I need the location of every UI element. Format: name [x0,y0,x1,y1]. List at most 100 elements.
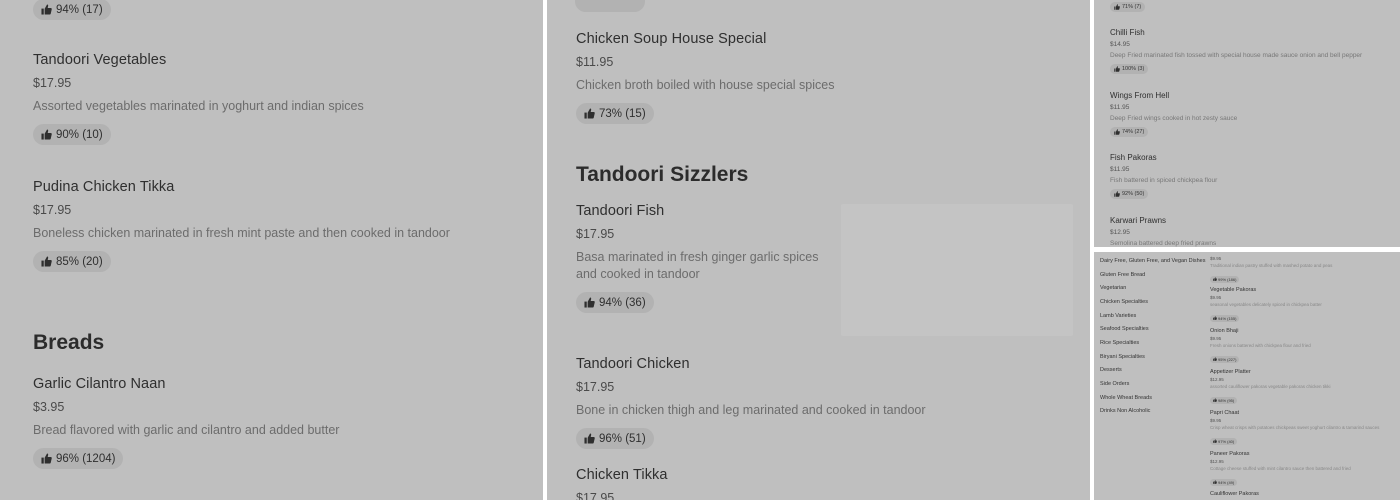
rating-badge: 95% (227) [1210,355,1240,363]
thumbs-up-icon [1213,398,1217,402]
category-link[interactable]: Whole Wheat Breads [1100,395,1152,401]
rating-badge: 94% (36) [576,292,654,313]
item-price: $12.95 [1110,229,1130,236]
item-price: $9.95 [1210,256,1222,261]
thumbs-up-icon [41,256,52,267]
item-price: $17.95 [33,203,72,217]
menu-item-card[interactable]: Appetizer Platter $12.95 assorted caulif… [1210,369,1331,407]
list-item[interactable] [575,0,645,17]
item-description: Bread flavored with garlic and cilantro … [33,423,340,437]
thumbs-up-icon [1213,277,1217,281]
thumbs-up-icon [41,453,52,464]
item-description: Chicken broth boiled with house special … [576,78,835,92]
menu-item-card[interactable]: Karwari Prawns $12.95 Semolina battered … [1110,216,1216,247]
item-description: Deep Fried marinated fish tossed with sp… [1110,52,1363,59]
category-link[interactable]: Seafood Specialties [1100,326,1149,332]
rating-badge: 100% (3) [1110,64,1149,74]
thumbs-up-icon [1213,357,1217,361]
item-name: Pudina Chicken Tikka [33,179,175,195]
menu-item-card[interactable]: Wings From Hell $11.95 Deep Fried wings … [1110,91,1237,140]
item-description: assorted cauliflower pakoras vegetable p… [1210,384,1331,389]
menu-item-card[interactable]: Vegetable Pakoras $9.95 seasonal vegetab… [1210,287,1322,325]
category-link[interactable]: Dairy Free, Gluten Free, and Vegan Dishe… [1100,258,1205,264]
menu-panel-2: Chicken Soup House Special $11.95 Chicke… [547,0,1090,500]
item-description: Boneless chicken marinated in fresh mint… [33,226,450,240]
rating-badge: 94% (49) [1210,478,1238,486]
menu-item-card[interactable]: Tandoori Chicken $17.95 Bone in chicken … [576,356,926,449]
category-link[interactable]: Rice Specialties [1100,340,1139,346]
menu-panel-1: 94% (17) Tandoori Vegetables $17.95 Asso… [0,0,543,500]
rating-badge: 85% (20) [33,251,111,272]
section-title: Tandoori Sizzlers [576,163,749,186]
item-name: Tandoori Fish [576,203,665,219]
category-link[interactable]: Lamb Varieties [1100,313,1136,319]
menu-item-card[interactable]: Chicken Soup House Special $11.95 Chicke… [576,31,834,124]
item-name: Fish Pakoras [1110,153,1157,162]
item-description: Deep Fried wings cooked in hot zesty sau… [1110,115,1238,122]
category-link[interactable]: Side Orders [1100,381,1129,387]
item-name: Tandoori Vegetables [33,52,167,68]
item-description: Assorted vegetables marinated in yoghurt… [33,99,364,113]
section-title: Breads [33,331,105,354]
thumbs-up-icon [584,108,595,119]
menu-item-card[interactable]: Fish Pakoras $11.95 Fish battered in spi… [1110,153,1217,202]
item-price: $17.95 [576,491,615,500]
item-name: Cauliflower Pakoras [1210,491,1259,497]
item-description: Traditional indian pastry stuffed with m… [1210,263,1333,268]
rating-badge: 97% (40) [1210,437,1238,445]
item-price: $14.95 [1110,41,1130,48]
category-link[interactable]: Desserts [1100,367,1122,373]
menu-item-card[interactable]: Tandoori Fish $17.95 Basa marinated in f… [576,203,818,313]
thumbs-up-icon [41,4,52,15]
category-link[interactable]: Drinks Non Alcoholic [1100,408,1150,414]
menu-item-card[interactable]: Paneer Pakoras $12.95 Cottage cheese stu… [1210,451,1351,489]
rating-badge: 92% (50) [1110,189,1149,199]
menu-item-card[interactable]: Chilli Fish $14.95 Deep Fried marinated … [1110,28,1362,77]
item-price: $17.95 [576,227,615,241]
menu-item-card[interactable]: Papri Chaat $9.95 Crisp wheat crisps wit… [1210,410,1379,448]
menu-item-card[interactable]: Chicken Tikka $17.95 [576,467,668,500]
menu-item-card[interactable]: Pudina Chicken Tikka $17.95 Boneless chi… [33,179,450,272]
category-link[interactable]: Gluten Free Bread [1100,272,1145,278]
thumbs-up-icon [1213,316,1217,320]
category-link[interactable]: Vegetarian [1100,285,1126,291]
rating-badge: 73% (15) [576,103,654,124]
thumbs-up-icon [41,129,52,140]
menu-item-card[interactable]: Tandoori Vegetables $17.95 Assorted vege… [33,52,364,145]
menu-item-card[interactable]: Onion Bhaji $9.95 Fresh onions battered … [1210,328,1311,366]
item-name: Tandoori Chicken [576,356,690,372]
item-name: Chicken Soup House Special [576,31,767,47]
rating-badge: 96% (1204) [33,448,124,469]
item-description: Semolina battered deep fried prawns [1110,240,1217,247]
item-price: $17.95 [576,380,615,394]
thumbs-up-icon [1213,480,1217,484]
item-price: $9.95 [1210,418,1222,423]
rating-badge: 74% (27) [1110,127,1149,137]
item-description: Cottage cheese stuffed with mint cilantr… [1210,466,1351,471]
item-description: seasonal vegetables delicately spiced in… [1210,302,1322,307]
rating-badge: 94% (17) [33,0,111,20]
item-name: Paneer Pakoras [1210,451,1250,457]
item-name: Wings From Hell [1110,91,1170,100]
list-item[interactable]: 71% (7) [1110,0,1146,15]
category-link[interactable]: Chicken Specialties [1100,299,1148,305]
menu-item-card[interactable]: Cauliflower Pakoras [1210,491,1259,497]
menu-item-card[interactable]: $9.95 Traditional indian pastry stuffed … [1210,254,1332,286]
item-description: Bone in chicken thigh and leg marinated … [576,403,926,417]
item-description: Basa marinated in fresh ginger garlic sp… [576,250,819,281]
rating-badge [575,0,645,12]
thumbs-up-icon [584,297,595,308]
rating-badge: 90% (10) [33,124,111,145]
list-item[interactable]: 94% (17) [33,0,111,20]
item-name: Vegetable Pakoras [1210,287,1257,293]
item-price: $9.95 [1210,295,1222,300]
item-price: $17.95 [33,76,72,90]
rating-badge: 98% (95) [1210,396,1238,404]
rating-badge: 96% (51) [576,428,654,449]
thumbs-up-icon [1114,191,1120,197]
category-link[interactable]: Biryani Specialties [1100,354,1145,360]
item-name: Papri Chaat [1210,410,1240,416]
item-name: Onion Bhaji [1210,328,1239,334]
menu-item-card[interactable]: Garlic Cilantro Naan $3.95 Bread flavore… [33,376,339,469]
item-price: $12.95 [1210,377,1224,382]
